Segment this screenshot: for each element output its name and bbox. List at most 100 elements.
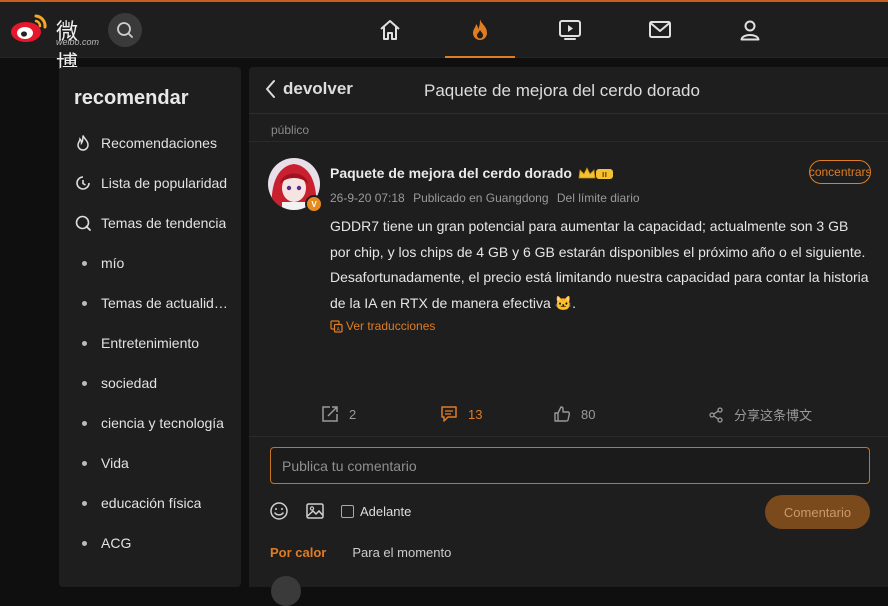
sidebar-item-label: Temas de actualidad — [101, 295, 229, 311]
bullet-dot — [82, 540, 87, 546]
post-source: Del límite diario — [556, 191, 640, 205]
back-label: devolver — [283, 79, 353, 98]
thumbs-up-icon — [554, 406, 571, 422]
divider — [249, 141, 888, 142]
repost-button[interactable]: 2 — [321, 405, 356, 423]
page-title: Paquete de mejora del cerdo dorado — [424, 81, 700, 100]
visibility-label: público — [271, 123, 310, 137]
author-name[interactable]: Paquete de mejora del cerdo dorado II — [330, 165, 615, 181]
sidebar-item-label: sociedad — [101, 375, 158, 391]
bullet-dot — [82, 380, 87, 386]
like-count: 80 — [581, 406, 596, 422]
sidebar-item-mine[interactable]: mío — [74, 251, 234, 275]
repost-count: 2 — [349, 406, 357, 422]
sidebar-item-popularity[interactable]: Lista de popularidad — [74, 171, 234, 195]
sidebar-item-recommendations[interactable]: Recomendaciones — [74, 131, 234, 155]
sidebar-item-trending[interactable]: Temas de tendencia — [74, 211, 234, 235]
sidebar-item-entertainment[interactable]: Entretenimiento — [74, 331, 234, 355]
cat-emoji: 🐱 — [554, 294, 573, 311]
detail-header: devolver Paquete de mejora del cerdo dor… — [249, 67, 888, 114]
nav-home[interactable] — [355, 2, 425, 58]
sidebar-item-society[interactable]: sociedad — [74, 371, 234, 395]
search-button[interactable] — [108, 13, 142, 47]
bullet-dot — [82, 340, 87, 346]
sidebar-item-label: Temas de tendencia — [101, 215, 227, 231]
clock-icon — [74, 173, 96, 193]
flame-icon — [473, 19, 487, 40]
comment-icon — [441, 406, 457, 422]
tab-by-heat[interactable]: Por calor — [270, 545, 326, 560]
tab-by-time[interactable]: Para el momento — [352, 545, 451, 560]
smiley-icon — [270, 502, 288, 520]
composer-tools: Adelante — [269, 501, 411, 521]
sidebar-item-label: Entretenimiento — [101, 335, 200, 351]
submit-comment-button[interactable]: Comentario — [765, 495, 870, 529]
post-date[interactable]: 26-9-20 07:18 — [330, 191, 405, 205]
sidebar-item-label: Lista de popularidad — [101, 175, 228, 191]
follow-button[interactable]: +concentrarse — [809, 160, 871, 184]
comment-sort-tabs: Por calor Para el momento — [270, 545, 477, 560]
share-icon — [709, 406, 723, 423]
comment-button[interactable]: 13 — [440, 405, 482, 423]
share-label: 分享这条博文 — [734, 408, 813, 423]
translate-label: Ver traducciones — [346, 319, 436, 333]
post-meta: 26-9-20 07:18 Publicado en Guangdong Del… — [330, 191, 645, 205]
post-text: GDDR7 tiene un gran potencial para aumen… — [330, 218, 869, 311]
mail-icon — [649, 21, 671, 38]
sidebar-item-science-tech[interactable]: ciencia y tecnología — [74, 411, 234, 435]
svg-text:A: A — [336, 326, 340, 332]
post-actions: 2 13 80 分享这条博文 — [249, 403, 888, 431]
sidebar-item-label: educación física — [101, 495, 202, 511]
bullet-dot — [82, 300, 87, 306]
post-location: Publicado en Guangdong — [413, 191, 549, 205]
weibo-logo[interactable]: 微博 weibo.com — [8, 12, 100, 77]
bullet-dot — [82, 460, 87, 466]
forward-label: Adelante — [360, 503, 412, 519]
nav-video[interactable] — [535, 2, 605, 58]
like-button[interactable]: 80 — [553, 405, 595, 423]
checkbox-box[interactable] — [341, 504, 354, 518]
nav-profile[interactable] — [715, 2, 785, 58]
sidebar-item-label: ACG — [101, 535, 132, 551]
comment-count: 13 — [468, 406, 483, 422]
image-button[interactable] — [305, 501, 325, 521]
image-icon — [306, 503, 324, 519]
sidebar-title: recomendar — [74, 87, 189, 109]
sidebar-item-acg[interactable]: ACG — [74, 531, 234, 555]
sidebar-item-label: ciencia y tecnología — [101, 415, 224, 431]
member-crown-icon: II — [577, 165, 615, 181]
repost-icon — [322, 406, 338, 422]
translate-icon: A — [330, 319, 343, 332]
video-icon — [559, 20, 581, 40]
post-text-end: . — [572, 294, 576, 311]
translate-link[interactable]: A Ver traducciones — [330, 319, 435, 333]
comment-input[interactable] — [270, 447, 870, 484]
search-icon — [117, 22, 133, 38]
sidebar-item-life[interactable]: Vida — [74, 451, 234, 475]
sidebar-item-current-topics[interactable]: Temas de actualidad — [74, 291, 234, 315]
nav-hot[interactable] — [445, 2, 515, 58]
top-bar: 微博 weibo.com — [0, 0, 888, 77]
chevron-left-icon — [266, 80, 275, 98]
home-icon — [380, 20, 400, 40]
author-name-text: Paquete de mejora del cerdo dorado — [330, 165, 572, 181]
share-button[interactable]: 分享这条博文 — [708, 405, 812, 424]
bullet-dot — [82, 500, 87, 506]
sidebar: recomendar Recomendaciones Lista de popu… — [59, 67, 241, 587]
flame-icon — [74, 133, 96, 153]
post-detail-panel: devolver Paquete de mejora del cerdo dor… — [249, 67, 888, 606]
sidebar-item-sports[interactable]: educación física — [74, 491, 234, 515]
emoji-button[interactable] — [269, 501, 289, 521]
weibo-logo-icon — [11, 14, 47, 42]
forward-checkbox[interactable]: Adelante — [341, 504, 411, 519]
logo-subtext: weibo.com — [56, 37, 100, 47]
user-icon — [740, 20, 760, 41]
svg-text:II: II — [602, 171, 607, 179]
nav-messages[interactable] — [625, 2, 695, 58]
sidebar-item-label: Vida — [101, 455, 129, 471]
bullet-dot — [82, 420, 87, 426]
sidebar-item-label: mío — [101, 255, 125, 271]
bullet-dot — [82, 260, 87, 266]
verified-badge-icon: V — [305, 195, 323, 213]
back-button[interactable]: devolver — [265, 79, 353, 99]
